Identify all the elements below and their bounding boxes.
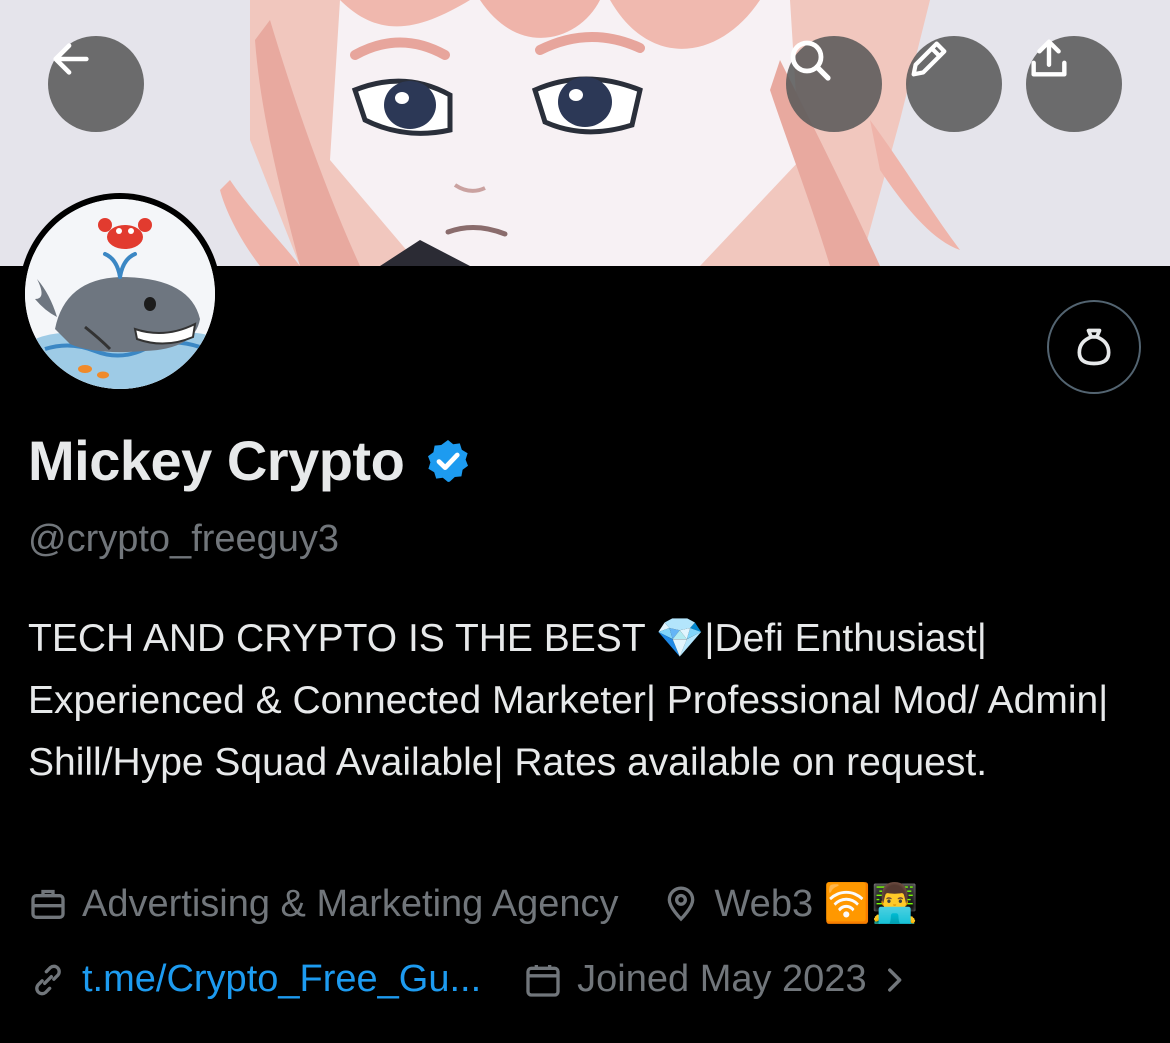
money-bag-icon — [1077, 328, 1111, 366]
tip-button[interactable] — [1047, 300, 1141, 394]
verified-badge-icon[interactable] — [424, 437, 472, 485]
arrow-left-icon — [53, 43, 89, 75]
profile-meta-row-2: t.me/Crypto_Free_Gu... Joined May 2023 — [28, 958, 911, 1001]
profile-website-link[interactable]: t.me/Crypto_Free_Gu... — [82, 958, 481, 1001]
share-button[interactable] — [1026, 36, 1122, 132]
share-upload-icon — [1031, 39, 1067, 77]
back-button[interactable] — [48, 36, 144, 132]
whale-avatar-image — [25, 199, 215, 389]
search-button[interactable] — [786, 36, 882, 132]
profile-location: Web3 🛜👨‍💻 — [714, 883, 919, 925]
briefcase-icon — [31, 889, 65, 919]
edit-button[interactable] — [906, 36, 1002, 132]
location-pin-icon — [667, 886, 694, 922]
profile-name-row: Mickey Crypto — [28, 428, 472, 493]
chevron-right-icon[interactable] — [877, 963, 911, 997]
profile-joined-date[interactable]: Joined May 2023 — [577, 958, 866, 1001]
profile-bio: TECH AND CRYPTO IS THE BEST 💎|Defi Enthu… — [28, 617, 1109, 784]
search-icon — [790, 40, 831, 81]
pencil-icon — [911, 41, 947, 77]
profile-meta-row-1: Advertising & Marketing Agency Web3 🛜👨‍💻 — [28, 882, 918, 926]
calendar-icon — [526, 964, 560, 997]
profile-category: Advertising & Marketing Agency — [82, 882, 619, 925]
link-icon — [35, 964, 61, 995]
profile-handle: @crypto_freeguy3 — [28, 518, 340, 560]
display-name: Mickey Crypto — [28, 429, 405, 492]
avatar[interactable] — [25, 199, 215, 389]
profile-avatar-frame[interactable] — [19, 193, 221, 395]
